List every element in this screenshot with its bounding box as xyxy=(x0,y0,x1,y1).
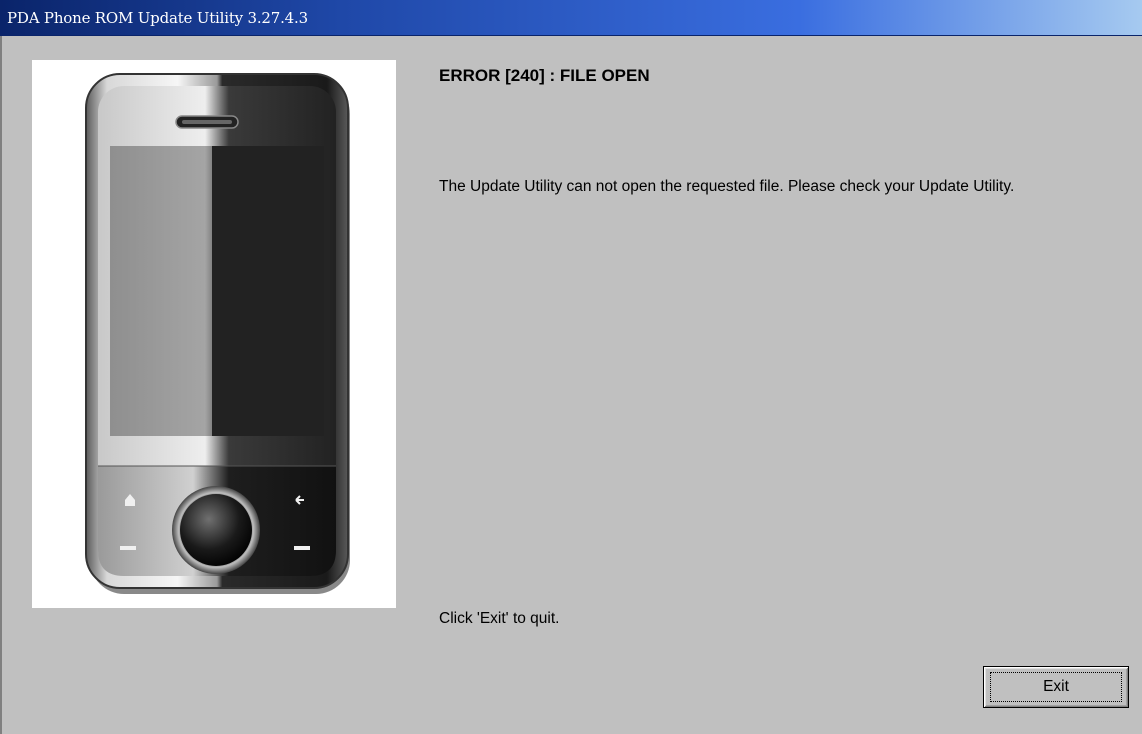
title-bar[interactable]: PDA Phone ROM Update Utility 3.27.4.3 xyxy=(0,0,1142,36)
pda-phone-illustration xyxy=(85,73,350,594)
trackball xyxy=(172,486,260,574)
window-left-border xyxy=(0,36,2,734)
phone-image-panel xyxy=(32,60,396,608)
exit-button[interactable]: Exit xyxy=(983,666,1129,708)
error-message: The Update Utility can not open the requ… xyxy=(439,178,1015,195)
call-icon xyxy=(120,546,136,550)
exit-hint: Click 'Exit' to quit. xyxy=(439,610,560,627)
update-utility-window: PDA Phone ROM Update Utility 3.27.4.3 ER… xyxy=(0,0,1142,734)
end-call-icon xyxy=(294,546,310,550)
window-title: PDA Phone ROM Update Utility 3.27.4.3 xyxy=(7,9,308,27)
error-title: ERROR [240] : FILE OPEN xyxy=(439,66,650,85)
earpiece-speaker xyxy=(175,115,239,129)
exit-button-label: Exit xyxy=(1043,678,1069,695)
